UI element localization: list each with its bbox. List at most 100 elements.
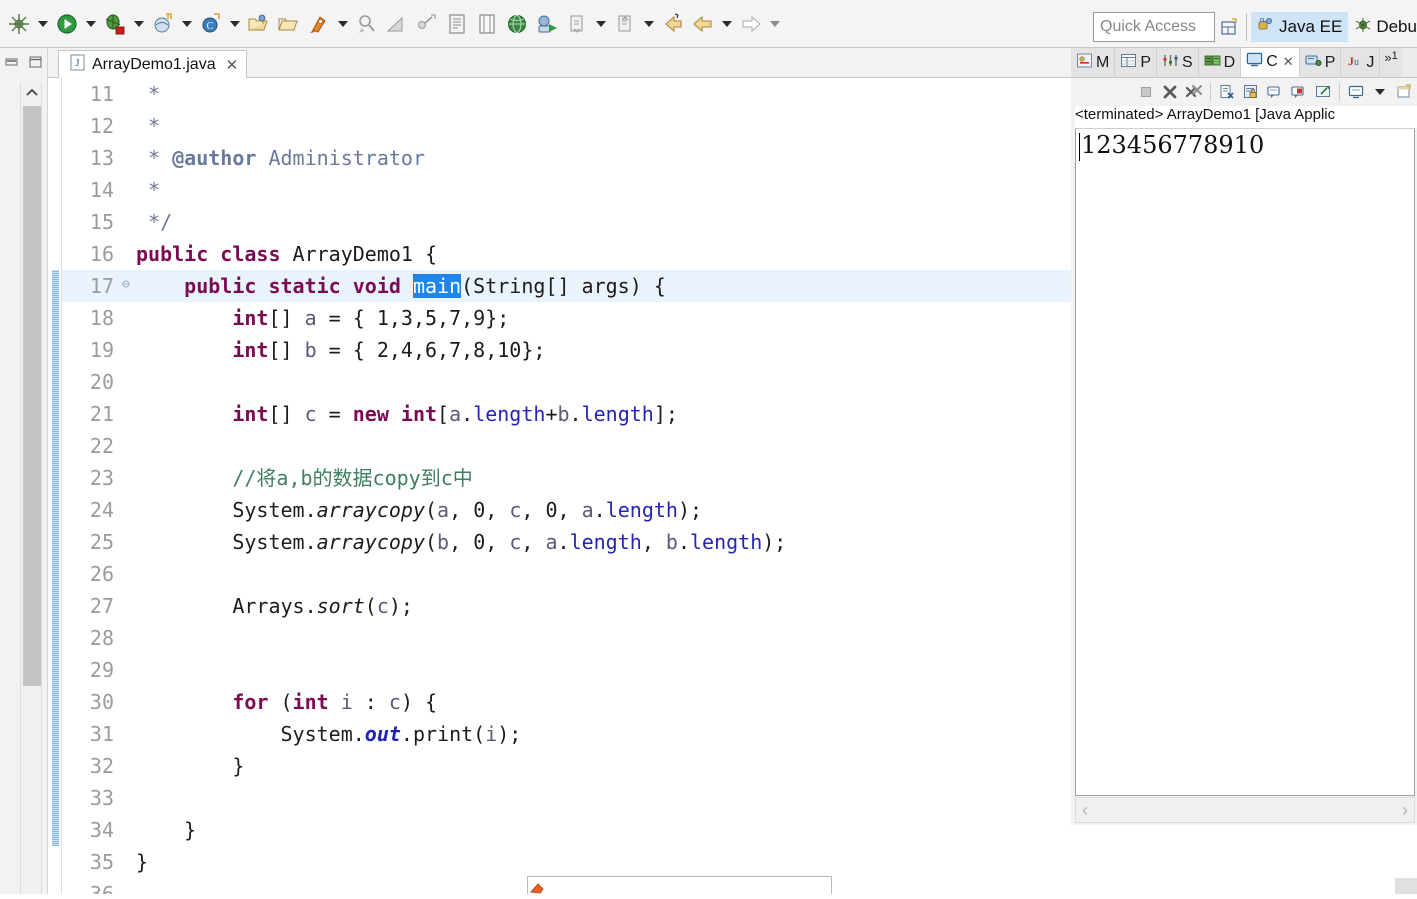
show-console-on-output-icon[interactable] <box>1264 81 1286 103</box>
chevron-down-icon[interactable] <box>334 11 352 37</box>
code-line-20[interactable]: 20 <box>62 366 1071 398</box>
code-line-15[interactable]: 15 */ <box>62 206 1071 238</box>
toolbar-button-open-resource[interactable] <box>274 9 304 39</box>
minimize-icon[interactable] <box>4 55 20 69</box>
code-line-32[interactable]: 32 } <box>62 750 1071 782</box>
chevron-down-icon[interactable] <box>34 11 52 37</box>
code-line-31[interactable]: 31 System.out.print(i); <box>62 718 1071 750</box>
toolbar-button-new-java-package[interactable] <box>148 9 196 39</box>
maximize-icon[interactable] <box>28 55 44 69</box>
toolbar-button-run-on-server[interactable] <box>532 9 562 39</box>
code-line-17[interactable]: 17 ⊖ public static void main(String[] arg… <box>62 270 1071 302</box>
code-line-18[interactable]: 18 int[] a = { 1,3,5,7,9}; <box>62 302 1071 334</box>
code-line-35[interactable]: 35} <box>62 846 1071 878</box>
view-tab-properties[interactable]: P <box>1115 48 1157 77</box>
code-line-12[interactable]: 12 * <box>62 110 1071 142</box>
chevron-down-icon[interactable] <box>592 11 610 37</box>
bottom-popup-fragment[interactable] <box>527 876 832 894</box>
debug-icon[interactable] <box>100 11 130 37</box>
code-line-29[interactable]: 29 <box>62 654 1071 686</box>
code-line-14[interactable]: 14 * <box>62 174 1071 206</box>
chevron-down-icon[interactable] <box>766 11 784 37</box>
console-output-area[interactable]: 123456778910 <box>1075 128 1415 796</box>
editor-tab-arraydemo1[interactable]: J ArrayDemo1.java ✕ <box>58 50 248 79</box>
toolbar-button-new-wizard[interactable] <box>4 9 52 39</box>
scroll-lock-icon[interactable] <box>1240 81 1262 103</box>
code-line-25[interactable]: 25 System.arraycopy(b, 0, c, a.length, b… <box>62 526 1071 558</box>
chevron-down-icon[interactable] <box>130 11 148 37</box>
toolbar-button-new-server[interactable] <box>304 9 352 39</box>
code-line-24[interactable]: 24 System.arraycopy(a, 0, c, 0, a.length… <box>62 494 1071 526</box>
toolbar-button-debug[interactable] <box>100 9 148 39</box>
toolbar-button-open-type[interactable] <box>244 9 274 39</box>
toolbar-button-next-annotation[interactable] <box>562 9 610 39</box>
chevron-down-icon[interactable] <box>640 11 658 37</box>
toggle-block-selection-icon[interactable] <box>472 11 502 37</box>
toolbar-button-toggle-markers[interactable] <box>442 9 472 39</box>
fold-marker-icon[interactable]: ⊖ <box>122 278 136 292</box>
new-java-package-icon[interactable] <box>148 11 178 37</box>
toggle-markers-icon[interactable] <box>442 11 472 37</box>
code-line-30[interactable]: 30 for (int i : c) { <box>62 686 1071 718</box>
toolbar-button-back-history[interactable] <box>658 9 688 39</box>
scrollbar-thumb[interactable] <box>23 106 41 686</box>
view-tab-markers[interactable]: M <box>1071 48 1116 77</box>
open-resource-icon[interactable] <box>274 11 304 37</box>
editor-vertical-scrollbar[interactable] <box>20 82 42 894</box>
toolbar-button-open-web-browser[interactable] <box>502 9 532 39</box>
code-line-28[interactable]: 28 <box>62 622 1071 654</box>
code-line-11[interactable]: 11 * <box>62 78 1071 110</box>
toolbar-button-forward-arrow[interactable] <box>736 9 784 39</box>
back-arrow-icon[interactable] <box>688 11 718 37</box>
open-web-browser-icon[interactable] <box>502 11 532 37</box>
code-line-22[interactable]: 22 <box>62 430 1071 462</box>
open-perspective-icon[interactable] <box>1216 14 1242 40</box>
close-icon[interactable]: ✕ <box>226 58 239 73</box>
next-annotation-icon[interactable] <box>562 11 592 37</box>
view-tab-servers[interactable]: S <box>1157 48 1199 77</box>
code-line-13[interactable]: 13 * @author Administrator <box>62 142 1071 174</box>
view-tab-overflow-chevron[interactable]: » 1 <box>1380 48 1402 77</box>
open-type-icon[interactable] <box>244 11 274 37</box>
code-line-34[interactable]: 34 } <box>62 814 1071 846</box>
new-java-class-icon[interactable]: C <box>196 11 226 37</box>
code-lines-container[interactable]: 11 * 12 * 13 * @author Administrator 14 *… <box>62 78 1071 894</box>
editor-gutter[interactable] <box>48 78 62 894</box>
show-console-on-error-icon[interactable] <box>1288 81 1310 103</box>
search-icon[interactable] <box>352 11 382 37</box>
perspective-tab-java-ee[interactable]: Java EE <box>1251 12 1349 42</box>
display-selected-console-icon[interactable] <box>1345 81 1367 103</box>
chevron-down-icon[interactable] <box>718 11 736 37</box>
view-tab-snippets[interactable]: P <box>1299 48 1342 77</box>
remove-launch-icon[interactable] <box>1159 81 1181 103</box>
pin-console-icon[interactable] <box>1312 81 1334 103</box>
open-console-dropdown-icon[interactable] <box>1369 81 1391 103</box>
scroll-up-icon[interactable] <box>21 82 43 104</box>
close-icon[interactable]: ✕ <box>1283 54 1294 70</box>
forward-arrow-icon[interactable] <box>736 11 766 37</box>
resize-corner[interactable] <box>1395 878 1417 894</box>
chevron-down-icon[interactable] <box>226 11 244 37</box>
toolbar-button-link-editor[interactable] <box>412 9 442 39</box>
new-console-view-icon[interactable] <box>1393 81 1415 103</box>
code-line-33[interactable]: 33 <box>62 782 1071 814</box>
scroll-right-icon[interactable]: › <box>1402 800 1408 821</box>
view-tab-console[interactable]: C ✕ <box>1241 48 1300 77</box>
toolbar-button-previous-annotation[interactable] <box>610 9 658 39</box>
view-tab-data-source-explorer[interactable]: D <box>1198 48 1242 77</box>
previous-annotation-icon[interactable] <box>610 11 640 37</box>
toolbar-button-search[interactable] <box>352 9 382 39</box>
chevron-down-icon[interactable] <box>82 11 100 37</box>
code-line-27[interactable]: 27 Arrays.sort(c); <box>62 590 1071 622</box>
console-horizontal-scrollbar[interactable]: ‹ › <box>1075 797 1415 823</box>
code-line-16[interactable]: 16 public class ArrayDemo1 { <box>62 238 1071 270</box>
skip-breakpoints-icon[interactable] <box>382 11 412 37</box>
run-icon[interactable] <box>52 11 82 37</box>
quick-access-input[interactable] <box>1093 12 1215 42</box>
link-editor-icon[interactable] <box>412 11 442 37</box>
toolbar-button-back-arrow[interactable] <box>688 9 736 39</box>
code-editor-area[interactable]: 11 * 12 * 13 * @author Administrator 14 *… <box>48 78 1071 894</box>
run-on-server-icon[interactable] <box>532 11 562 37</box>
toolbar-button-toggle-block-selection[interactable] <box>472 9 502 39</box>
code-line-19[interactable]: 19 int[] b = { 2,4,6,7,8,10}; <box>62 334 1071 366</box>
